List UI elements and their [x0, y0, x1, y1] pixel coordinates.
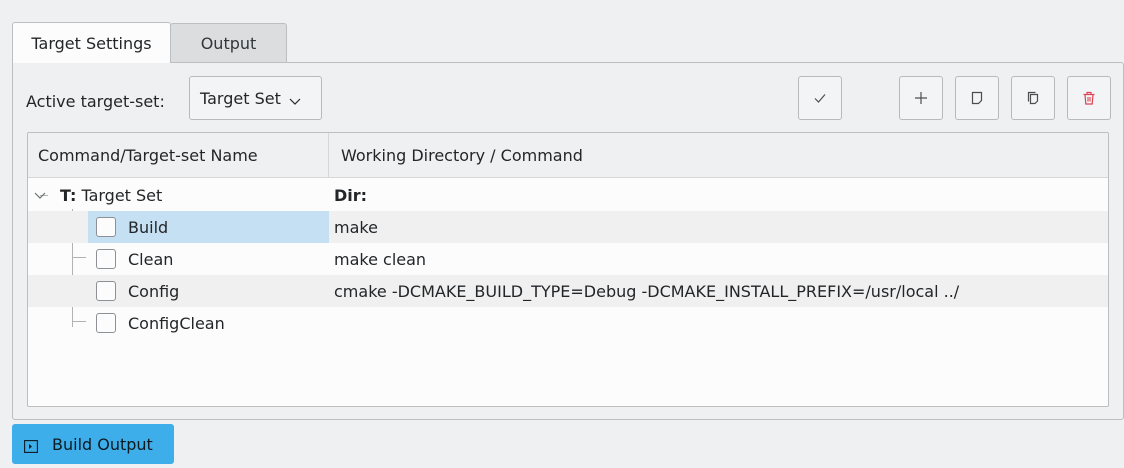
- target-settings-panel: Active target-set: Target Set Command/Ta…: [12, 62, 1124, 420]
- target-set-name: Target Set: [81, 185, 163, 205]
- default-target-checkbox[interactable]: [96, 281, 116, 301]
- column-header-name[interactable]: Command/Target-set Name: [28, 133, 329, 177]
- build-output-label: Build Output: [52, 434, 153, 454]
- chevron-down-icon[interactable]: [34, 179, 46, 211]
- tab-output[interactable]: Output: [170, 23, 287, 63]
- target-set-label: T: Target Set: [60, 179, 162, 211]
- target-set-combo[interactable]: Target Set: [189, 76, 322, 120]
- target-name: Config: [128, 281, 180, 301]
- build-output-button[interactable]: Build Output: [12, 424, 174, 464]
- default-target-checkbox[interactable]: [96, 217, 116, 237]
- tab-bar: Target Settings Output: [12, 22, 287, 63]
- tree-header: Command/Target-set Name Working Director…: [28, 133, 1108, 178]
- delete-target-button[interactable]: [1067, 76, 1111, 120]
- target-name-cell: Build: [96, 211, 168, 243]
- plus-icon: [913, 90, 929, 106]
- new-target-set-button[interactable]: [955, 76, 999, 120]
- active-target-set-label: Active target-set:: [26, 92, 165, 111]
- new-document-icon: [969, 90, 985, 106]
- column-header-command[interactable]: Working Directory / Command: [329, 133, 1108, 177]
- target-name: Build: [128, 217, 169, 237]
- default-target-checkbox[interactable]: [96, 313, 116, 333]
- table-row[interactable]: ConfigClean: [28, 307, 1108, 339]
- table-row[interactable]: Clean make clean: [28, 243, 1108, 275]
- add-target-button[interactable]: [899, 76, 943, 120]
- target-name: Clean: [128, 249, 174, 269]
- tab-target-settings[interactable]: Target Settings: [12, 22, 171, 63]
- table-row[interactable]: Build make: [28, 211, 1108, 243]
- target-name: ConfigClean: [128, 313, 225, 333]
- chevron-down-icon: [289, 92, 301, 105]
- target-command[interactable]: cmake -DCMAKE_BUILD_TYPE=Debug -DCMAKE_I…: [334, 275, 959, 307]
- target-set-combo-value: Target Set: [200, 88, 281, 108]
- terminal-icon: [24, 438, 38, 453]
- tab-output-label: Output: [200, 34, 257, 53]
- copy-target-button[interactable]: [1011, 76, 1055, 120]
- build-plugin-root: Target Settings Output Active target-set…: [0, 0, 1124, 468]
- target-name-cell: Clean: [96, 243, 173, 275]
- targets-tree[interactable]: Command/Target-set Name Working Director…: [27, 132, 1109, 407]
- target-name-cell: ConfigClean: [96, 307, 225, 339]
- copy-icon: [1025, 90, 1041, 106]
- target-set-dir: Dir:: [334, 185, 368, 205]
- target-command[interactable]: make: [334, 211, 378, 243]
- target-command[interactable]: make clean: [334, 243, 426, 275]
- trash-icon: [1081, 90, 1097, 106]
- tree-row-target-set[interactable]: T: Target Set Dir:: [28, 179, 1108, 211]
- tab-target-settings-label: Target Settings: [31, 33, 152, 53]
- table-row[interactable]: Config cmake -DCMAKE_BUILD_TYPE=Debug -D…: [28, 275, 1108, 307]
- default-target-checkbox[interactable]: [96, 249, 116, 269]
- checkmark-icon: [812, 90, 828, 106]
- target-name-cell: Config: [96, 275, 179, 307]
- target-set-prefix: T:: [60, 185, 77, 205]
- build-selected-button[interactable]: [798, 76, 842, 120]
